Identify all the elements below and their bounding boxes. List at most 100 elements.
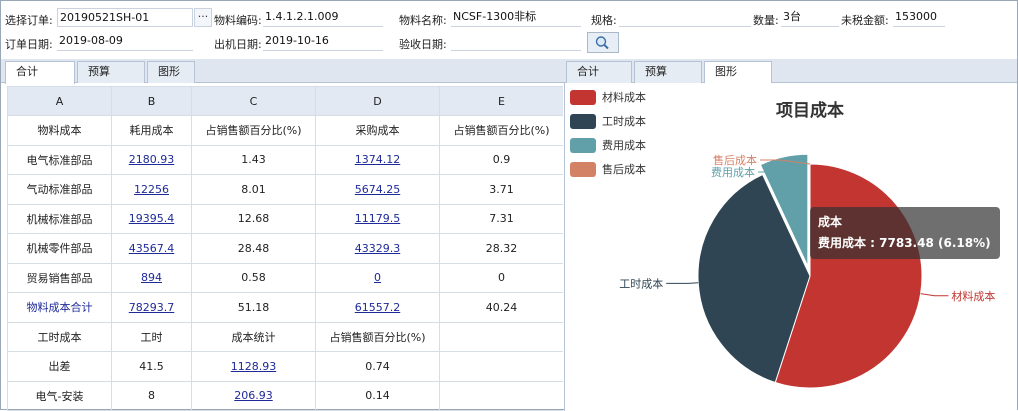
table-cell: 采购成本: [315, 115, 440, 146]
tab-left-total[interactable]: 合计: [5, 61, 75, 84]
table-cell: 8: [111, 380, 192, 411]
table-cell: 28.32: [439, 233, 563, 264]
tab-left-budget[interactable]: 预算: [77, 61, 145, 83]
material-name-label: 物料名称:: [399, 14, 447, 27]
pie-chart: 项目成本材料成本 工时成本 费用成本售后成本成本费用成本 : 7783.48 (6.…: [619, 100, 1000, 389]
slice-label: 工时成本: [619, 276, 663, 290]
table-cell: 0.9: [439, 144, 563, 175]
cost-grid: A B C D E 物料成本 耗用成本 占销售额百分比(%) 采购成本 占销售额百分比(%) 电气标…: [7, 86, 563, 411]
column-header[interactable]: C: [191, 86, 316, 116]
table-cell[interactable]: 11179.5: [315, 203, 440, 234]
table-cell: 电气-安装: [7, 380, 112, 411]
table-cell: 物料成本合计: [7, 292, 112, 323]
table-cell: 占销售额百分比(%): [439, 115, 563, 146]
table-row: 机械零件部品 43567.4 28.48 43329.3 28.32: [7, 233, 563, 264]
tab-left-chart[interactable]: 图形: [147, 61, 195, 83]
table-cell: 0.14: [315, 380, 440, 411]
table-cell[interactable]: 61557.2: [315, 292, 440, 323]
material-name-field[interactable]: NCSF-1300非标: [451, 8, 581, 27]
cost-window: 选择订单: 20190521SH-01 ··· 物料编码: 1.4.1.2.1.…: [0, 0, 1018, 411]
table-cell: 0.74: [315, 351, 440, 382]
table-row: 物料成本 耗用成本 占销售额百分比(%) 采购成本 占销售额百分比(%): [7, 115, 563, 146]
table-row: 气动标准部品 12256 8.01 5674.25 3.71: [7, 174, 563, 205]
ship-date-field[interactable]: 2019-10-16: [263, 32, 383, 51]
table-cell: [439, 321, 563, 352]
table-cell: 机械零件部品: [7, 233, 112, 264]
chart-pane: 材料成本 工时成本 费用成本 售后成本 项目成本材料成本 工时成本 费用成本 售后成本成本费…: [564, 83, 1017, 411]
table-cell[interactable]: 5674.25: [315, 174, 440, 205]
table-cell: 贸易销售部品: [7, 262, 112, 293]
search-button[interactable]: [587, 32, 619, 53]
table-cell: 41.5: [111, 351, 192, 382]
table-cell: 51.18: [191, 292, 316, 323]
table-cell[interactable]: 43329.3: [315, 233, 440, 264]
tooltip-text: 费用成本 : 7783.48 (6.18%): [818, 235, 991, 250]
table-row: 贸易销售部品 894 0.58 0 0: [7, 262, 563, 293]
table-cell: 占销售额百分比(%): [191, 115, 316, 146]
spec-label: 规格:: [591, 14, 617, 27]
table-cell: 40.24: [439, 292, 563, 323]
table-row: 电气-安装 8 206.93 0.14: [7, 380, 563, 411]
order-label: 选择订单:: [5, 14, 53, 27]
table-cell: 工时: [111, 321, 192, 352]
table-row: 机械标准部品 19395.4 12.68 11179.5 7.31: [7, 203, 563, 234]
tab-right-chart[interactable]: 图形: [704, 61, 772, 84]
table-cell[interactable]: 43567.4: [111, 233, 192, 264]
table-cell[interactable]: 1128.93: [191, 351, 316, 382]
table-cell[interactable]: 2180.93: [111, 144, 192, 175]
chart-title: 项目成本: [776, 100, 844, 121]
table-cell: 工时成本: [7, 321, 112, 352]
column-header[interactable]: E: [439, 86, 563, 116]
spec-field[interactable]: [619, 8, 751, 27]
table-cell: [439, 380, 563, 411]
table-cell: 占销售额百分比(%): [315, 321, 440, 352]
table-cell: 机械标准部品: [7, 203, 112, 234]
table-cell[interactable]: 78293.7: [111, 292, 192, 323]
left-tabbar: 合计 预算 图形: [1, 59, 564, 84]
table-cell: 28.48: [191, 233, 316, 264]
order-date-label: 订单日期:: [5, 38, 53, 51]
amount-label: 未税金额:: [841, 14, 889, 27]
slice-label: 售后成本: [713, 153, 757, 167]
table-cell[interactable]: 0: [315, 262, 440, 293]
table-cell: 物料成本: [7, 115, 112, 146]
tooltip-title: 成本: [818, 214, 842, 229]
table-cell[interactable]: 1374.12: [315, 144, 440, 175]
table-cell: 电气标准部品: [7, 144, 112, 175]
tab-right-budget[interactable]: 预算: [634, 61, 702, 83]
accept-date-label: 验收日期:: [399, 38, 447, 51]
table-cell: 8.01: [191, 174, 316, 205]
column-header[interactable]: B: [111, 86, 192, 116]
slice-label: 费用成本: [711, 165, 755, 179]
table-cell: 0.58: [191, 262, 316, 293]
table-row: 物料成本合计 78293.7 51.18 61557.2 40.24: [7, 292, 563, 323]
table-cell: 0: [439, 262, 563, 293]
amount-field[interactable]: 153000: [893, 8, 945, 27]
table-cell[interactable]: 206.93: [191, 380, 316, 411]
magnifier-icon: [595, 36, 609, 50]
order-date-field[interactable]: 2019-08-09: [57, 32, 193, 51]
table-cell[interactable]: 19395.4: [111, 203, 192, 234]
table-cell[interactable]: 894: [111, 262, 192, 293]
column-header-row: ABCDE: [7, 86, 563, 116]
table-row: 出差 41.5 1128.93 0.74: [7, 351, 563, 382]
order-header-form: 选择订单: 20190521SH-01 ··· 物料编码: 1.4.1.2.1.…: [1, 1, 1017, 59]
accept-date-field[interactable]: [451, 32, 581, 51]
tab-right-total[interactable]: 合计: [566, 61, 632, 83]
column-header[interactable]: A: [7, 86, 112, 116]
table-cell: 成本统计: [191, 321, 316, 352]
table-cell: 出差: [7, 351, 112, 382]
qty-field[interactable]: 3台: [781, 8, 839, 27]
material-code-field[interactable]: 1.4.1.2.1.009: [263, 8, 383, 27]
table-cell[interactable]: 12256: [111, 174, 192, 205]
ship-date-label: 出机日期:: [214, 38, 262, 51]
table-row: 工时成本 工时 成本统计 占销售额百分比(%): [7, 321, 563, 352]
table-cell: 耗用成本: [111, 115, 192, 146]
slice-label: 材料成本: [951, 289, 995, 303]
order-browse-button[interactable]: ···: [194, 8, 212, 27]
table-cell: 1.43: [191, 144, 316, 175]
right-tabbar: 合计 预算 图形: [564, 59, 1017, 84]
order-input[interactable]: 20190521SH-01: [57, 8, 193, 27]
column-header[interactable]: D: [315, 86, 440, 116]
leader-line: [666, 282, 699, 284]
